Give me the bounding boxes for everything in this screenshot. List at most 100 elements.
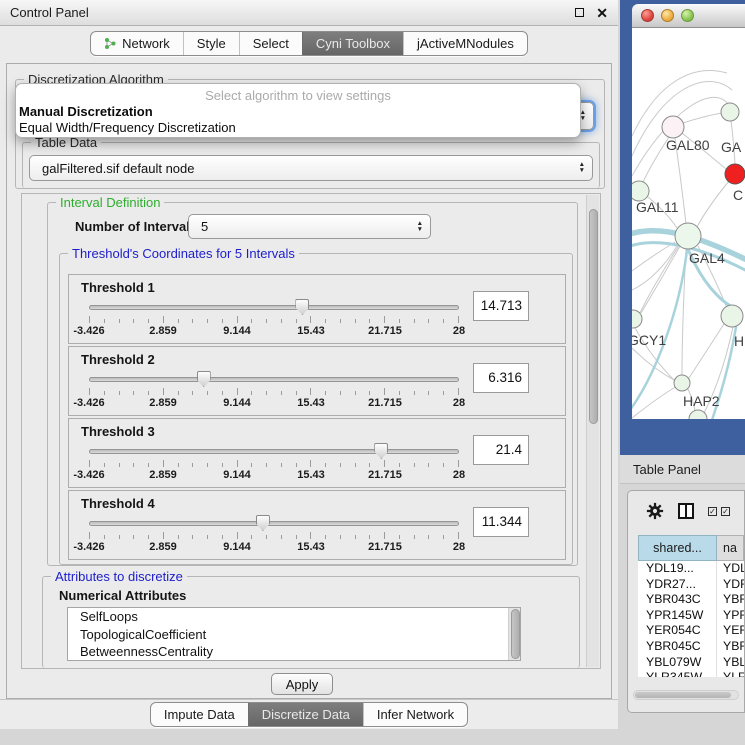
cell-name[interactable]: YBL0 bbox=[717, 655, 744, 671]
node-partial-top[interactable] bbox=[721, 103, 739, 121]
threshold-1-value-field[interactable]: 14.713 bbox=[473, 291, 529, 321]
tick-mark bbox=[384, 388, 385, 395]
settings-scrollbar-thumb[interactable] bbox=[589, 209, 598, 424]
table-row[interactable]: YBR043CYBR0 bbox=[638, 592, 744, 608]
table-row[interactable]: YLR345WYLR3 bbox=[638, 670, 744, 677]
checkbox-icon[interactable]: ✓ bbox=[708, 507, 717, 516]
node-label-partial-red: C bbox=[733, 187, 743, 203]
cell-shared-name[interactable]: YBL079W bbox=[638, 655, 717, 671]
tick-mark bbox=[222, 535, 223, 539]
list-scrollbar[interactable] bbox=[508, 608, 520, 660]
float-window-icon[interactable] bbox=[575, 8, 584, 17]
tab-select[interactable]: Select bbox=[239, 32, 302, 55]
tick-mark bbox=[414, 535, 415, 539]
table-row[interactable]: YBR045CYBR0 bbox=[638, 639, 744, 655]
table-row[interactable]: YBL079WYBL0 bbox=[638, 655, 744, 671]
tick-mark bbox=[163, 388, 164, 395]
slider-thumb[interactable] bbox=[374, 443, 388, 459]
popup-item-manual-discretization[interactable]: Manual Discretization bbox=[19, 104, 153, 119]
minimize-button[interactable] bbox=[661, 9, 674, 22]
tab-discretize-data[interactable]: Discretize Data bbox=[248, 703, 363, 726]
cell-shared-name[interactable]: YER054C bbox=[638, 623, 717, 639]
threshold-4-slider[interactable] bbox=[89, 521, 459, 526]
network-icon bbox=[104, 37, 117, 50]
network-graph: GAL80 GA C GAL11 GAL4 GCY1 H HAP2 bbox=[632, 28, 745, 419]
column-header-name[interactable]: na bbox=[717, 535, 744, 561]
table-row[interactable]: YER054CYER0 bbox=[638, 623, 744, 639]
table-row[interactable]: YDR27...YDR2 bbox=[638, 577, 744, 593]
node-gal4[interactable] bbox=[675, 223, 701, 249]
attribute-list-item[interactable]: BetweennessCentrality bbox=[68, 643, 520, 661]
checkbox-icon[interactable]: ✓ bbox=[721, 507, 730, 516]
tab-network[interactable]: Network bbox=[91, 32, 183, 55]
cell-shared-name[interactable]: YLR345W bbox=[638, 670, 717, 677]
combo-arrows-icon: ▲▼ bbox=[417, 215, 423, 238]
threshold-1-slider[interactable] bbox=[89, 305, 459, 310]
number-of-intervals-combobox[interactable]: 5 ▲▼ bbox=[188, 214, 431, 239]
numerical-attributes-list[interactable]: SelfLoopsTopologicalCoefficientBetweenne… bbox=[67, 607, 521, 661]
settings-scrollbar[interactable] bbox=[586, 195, 599, 667]
cell-name[interactable]: YLR3 bbox=[717, 670, 744, 677]
network-canvas[interactable]: GAL80 GA C GAL11 GAL4 GCY1 H HAP2 bbox=[632, 28, 745, 419]
cell-name[interactable]: YDR2 bbox=[717, 577, 744, 593]
apply-button[interactable]: Apply bbox=[271, 673, 333, 695]
table-data-combobox[interactable]: galFiltered.sif default node ▲▼ bbox=[29, 155, 593, 181]
tick-mark bbox=[104, 463, 105, 467]
tab-impute-data[interactable]: Impute Data bbox=[151, 703, 248, 726]
node-hap2[interactable] bbox=[674, 375, 690, 391]
cell-name[interactable]: YBR0 bbox=[717, 639, 744, 655]
node-partial-right[interactable] bbox=[721, 305, 743, 327]
tick-mark bbox=[266, 535, 267, 539]
attribute-list-item[interactable]: TopologicalCoefficient bbox=[68, 626, 520, 644]
cell-shared-name[interactable]: YPR145W bbox=[638, 608, 717, 624]
node-gal80[interactable] bbox=[662, 116, 684, 138]
tab-infer-network[interactable]: Infer Network bbox=[363, 703, 467, 726]
tick-mark bbox=[310, 532, 311, 539]
close-button[interactable] bbox=[641, 9, 654, 22]
threshold-4-panel: Threshold 4 -3.4262.8599.14415.4321.7152… bbox=[68, 490, 566, 560]
table-hscrollbar[interactable] bbox=[633, 690, 739, 700]
cell-shared-name[interactable]: YBR043C bbox=[638, 592, 717, 608]
table-panel: ✓ ✓ shared... na YDL19...YDL1YDR27...YDR… bbox=[627, 490, 745, 713]
cell-name[interactable]: YDL1 bbox=[717, 561, 744, 577]
tick-mark bbox=[237, 316, 238, 323]
node-red-selected[interactable] bbox=[725, 164, 745, 184]
tab-label: Select bbox=[253, 31, 289, 56]
tab-jactivemnodules[interactable]: jActiveMNodules bbox=[403, 32, 527, 55]
popup-prompt: Select algorithm to view settings bbox=[16, 88, 580, 103]
tab-style[interactable]: Style bbox=[183, 32, 239, 55]
threshold-2-slider[interactable] bbox=[89, 377, 459, 382]
columns-icon[interactable] bbox=[678, 503, 694, 519]
threshold-4-value-field[interactable]: 11.344 bbox=[473, 507, 529, 537]
cell-name[interactable]: YBR0 bbox=[717, 592, 744, 608]
tick-mark bbox=[428, 463, 429, 467]
tab-label: Cyni Toolbox bbox=[316, 31, 390, 56]
cell-name[interactable]: YER0 bbox=[717, 623, 744, 639]
slider-thumb[interactable] bbox=[197, 371, 211, 387]
tick-mark bbox=[414, 463, 415, 467]
threshold-2-value-field[interactable]: 6.316 bbox=[473, 363, 529, 393]
threshold-3-slider[interactable] bbox=[89, 449, 459, 454]
cell-shared-name[interactable]: YDL19... bbox=[638, 561, 717, 577]
close-icon[interactable]: ✕ bbox=[596, 8, 608, 18]
table-row[interactable]: YPR145WYPR1 bbox=[638, 608, 744, 624]
slider-thumb[interactable] bbox=[295, 299, 309, 315]
table-row[interactable]: YDL19...YDL1 bbox=[638, 561, 744, 577]
node-gal11[interactable] bbox=[632, 181, 649, 201]
column-header-shared-name[interactable]: shared... bbox=[638, 535, 717, 561]
slider-thumb[interactable] bbox=[256, 515, 270, 531]
attribute-list-item[interactable]: SelfLoops bbox=[68, 608, 520, 626]
cell-name[interactable]: YPR1 bbox=[717, 608, 744, 624]
tab-cyni-toolbox[interactable]: Cyni Toolbox bbox=[302, 32, 403, 55]
table-hscrollbar-thumb[interactable] bbox=[635, 692, 731, 698]
cell-shared-name[interactable]: YBR045C bbox=[638, 639, 717, 655]
list-scrollbar-thumb[interactable] bbox=[511, 609, 520, 659]
tick-mark bbox=[148, 463, 149, 467]
cell-shared-name[interactable]: YDR27... bbox=[638, 577, 717, 593]
axis-tick-label: 15.43 bbox=[297, 469, 325, 481]
popup-item-equal-width-frequency[interactable]: Equal Width/Frequency Discretization bbox=[19, 120, 236, 135]
gear-icon[interactable] bbox=[646, 502, 664, 520]
threshold-2-label: Threshold 2 bbox=[81, 352, 155, 367]
zoom-button[interactable] bbox=[681, 9, 694, 22]
threshold-3-value-field[interactable]: 21.4 bbox=[473, 435, 529, 465]
